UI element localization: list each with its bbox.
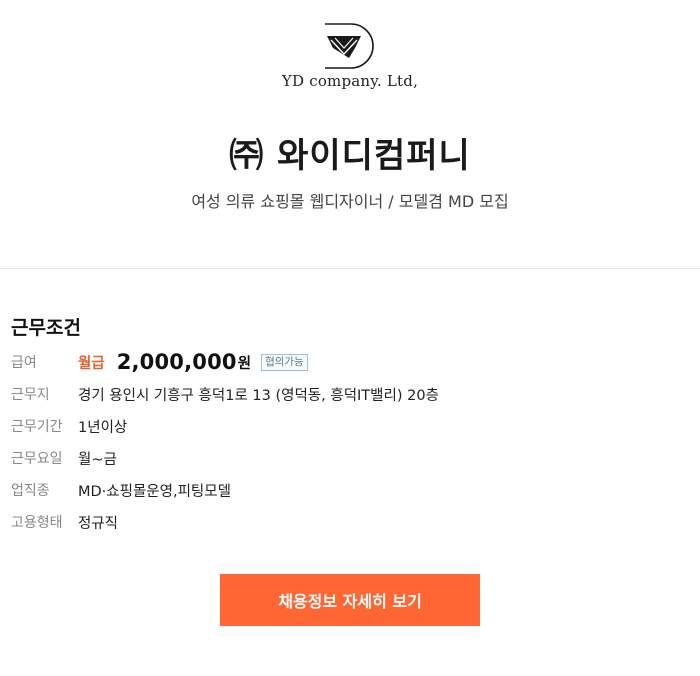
- section-title: 근무조건: [11, 317, 81, 339]
- negotiable-badge: 협의가능: [261, 353, 308, 371]
- salary-label: 급여: [11, 355, 37, 371]
- days-value: 월~금: [78, 451, 117, 468]
- employment-value: 정규직: [78, 515, 119, 532]
- industry-value: MD·쇼핑몰운영,피팅모델: [78, 483, 231, 500]
- days-row: 근무요일 월~금: [11, 447, 117, 469]
- location-value: 경기 용인시 기흥구 흥덕1로 13 (영덕동, 흥덕IT밸리) 20층: [78, 387, 439, 404]
- company-logo: YD company. Ltd,: [0, 18, 700, 90]
- employment-label: 고용형태: [11, 515, 63, 531]
- salary-row: 급여 월급 2,000,000 원 협의가능: [11, 350, 308, 374]
- yd-logo-icon: [325, 23, 374, 69]
- salary-unit: 원: [237, 355, 252, 372]
- location-label: 근무지: [11, 387, 50, 403]
- industry-row: 업직종 MD·쇼핑몰운영,피팅모델: [11, 479, 231, 501]
- job-title: 여성 의류 쇼핑몰 웹디자이너 / 모델겸 MD 모집: [191, 192, 509, 211]
- days-label: 근무요일: [11, 451, 63, 467]
- section-divider: [0, 268, 700, 269]
- view-details-button[interactable]: 채용정보 자세히 보기: [220, 574, 480, 626]
- company-name: ㈜ 와이디컴퍼니: [229, 136, 471, 176]
- salary-amount: 2,000,000: [116, 350, 237, 374]
- period-value: 1년이상: [78, 419, 128, 436]
- logo-text: YD company. Ltd,: [281, 72, 419, 90]
- employment-row: 고용형태 정규직: [11, 511, 118, 533]
- industry-label: 업직종: [11, 483, 50, 499]
- location-row: 근무지 경기 용인시 기흥구 흥덕1로 13 (영덕동, 흥덕IT밸리) 20층: [11, 383, 439, 405]
- period-row: 근무기간 1년이상: [11, 415, 127, 437]
- salary-type: 월급: [78, 355, 105, 372]
- period-label: 근무기간: [11, 419, 63, 435]
- job-posting-card: YD company. Ltd, ㈜ 와이디컴퍼니 여성 의류 쇼핑몰 웹디자이…: [0, 0, 700, 676]
